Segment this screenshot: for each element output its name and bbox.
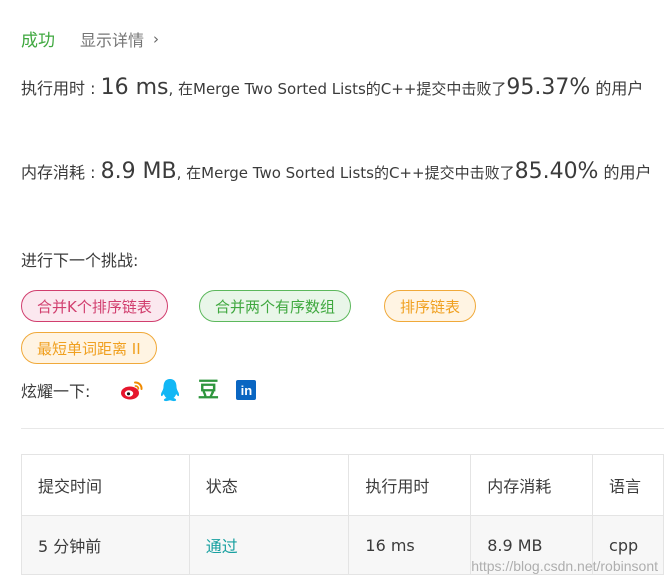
header-status: 状态 <box>188 454 350 516</box>
memory-value: 8.9 MB <box>100 159 177 184</box>
linkedin-icon[interactable]: in <box>234 378 258 402</box>
header-submit-time: 提交时间 <box>21 454 190 516</box>
runtime-label: 执行用时 : <box>21 79 101 98</box>
cell-status: 通过 <box>188 515 350 575</box>
share-label: 炫耀一下: <box>21 382 91 401</box>
memory-stat: 内存消耗 : 8.9 MB, 在Merge Two Sorted Lists的C… <box>21 160 661 185</box>
header-memory: 内存消耗 <box>470 454 594 516</box>
challenge-tag-shortest-word-distance[interactable]: 最短单词距离 II <box>21 332 157 364</box>
header-language: 语言 <box>592 454 664 516</box>
weibo-icon[interactable] <box>120 378 144 402</box>
cell-runtime: 16 ms <box>348 515 472 575</box>
accepted-link[interactable]: 通过 <box>206 537 238 556</box>
show-details-link[interactable]: 显示详情 › <box>80 27 159 51</box>
linkedin-badge: in <box>236 380 257 400</box>
share-row: 炫耀一下: 豆 in <box>21 378 272 402</box>
linkedin-glyph: in <box>240 382 253 398</box>
challenge-tag-merge-k-lists[interactable]: 合并K个排序链表 <box>21 290 168 322</box>
challenge-tag-merge-sorted-array[interactable]: 合并两个有序数组 <box>199 290 352 322</box>
runtime-stat: 执行用时 : 16 ms, 在Merge Two Sorted Lists的C+… <box>21 76 661 101</box>
runtime-percent: 95.37% <box>506 75 591 100</box>
runtime-suffix: 的用户 <box>590 79 644 98</box>
next-challenge-title: 进行下一个挑战: <box>21 251 139 270</box>
memory-label: 内存消耗 : <box>21 163 101 182</box>
memory-suffix: 的用户 <box>598 163 652 182</box>
runtime-value: 16 ms <box>100 75 169 100</box>
memory-description: , 在Merge Two Sorted Lists的C++提交中击败了 <box>176 164 515 182</box>
qq-icon[interactable] <box>158 378 182 402</box>
memory-percent: 85.40% <box>514 159 599 184</box>
submissions-table: 提交时间 状态 执行用时 内存消耗 语言 5 分钟前 通过 16 ms 8.9 … <box>21 454 664 575</box>
douban-icon[interactable]: 豆 <box>196 378 220 402</box>
header-runtime: 执行用时 <box>348 454 472 516</box>
show-details-label: 显示详情 <box>80 30 145 50</box>
chevron-right-icon: › <box>153 29 160 48</box>
douban-glyph: 豆 <box>197 378 219 402</box>
cell-submit-time: 5 分钟前 <box>21 515 190 575</box>
success-status: 成功 <box>21 31 55 51</box>
table-header-row: 提交时间 状态 执行用时 内存消耗 语言 <box>21 454 664 516</box>
runtime-description: , 在Merge Two Sorted Lists的C++提交中击败了 <box>168 80 507 98</box>
challenge-tag-sort-list[interactable]: 排序链表 <box>384 290 477 322</box>
result-status-row: 成功 显示详情 › <box>21 26 159 52</box>
section-divider <box>21 428 664 429</box>
watermark: https://blog.csdn.net/robinsont <box>471 558 658 574</box>
